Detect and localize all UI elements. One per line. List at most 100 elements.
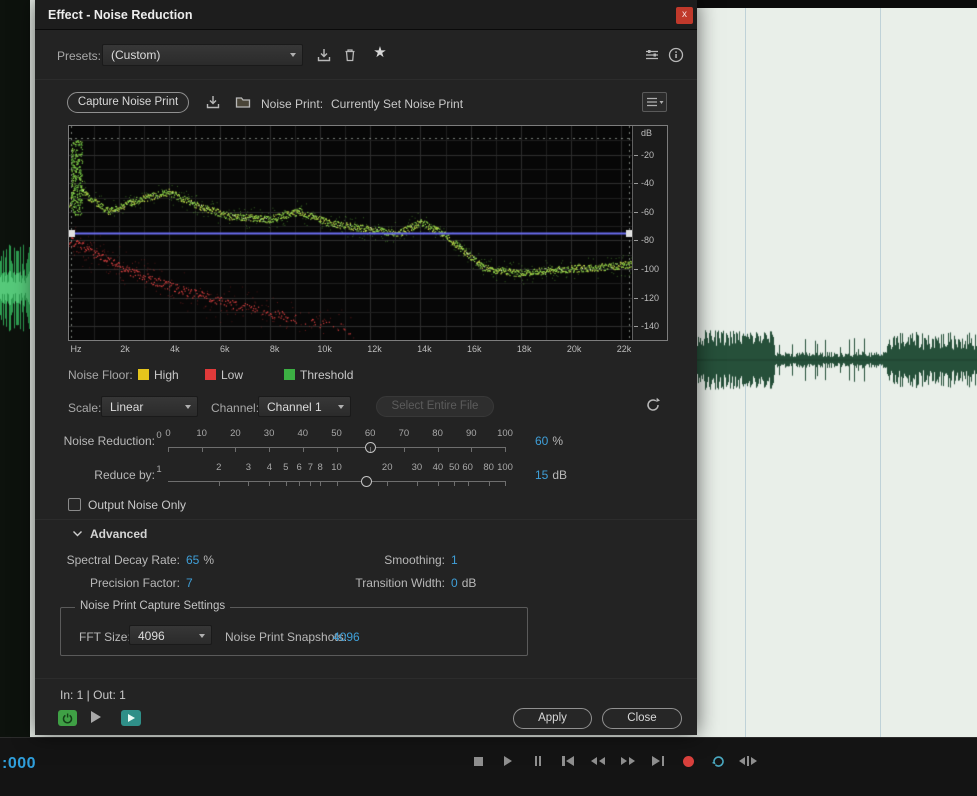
reset-icon[interactable] — [644, 396, 662, 414]
capture-noise-print-button[interactable]: Capture Noise Print — [67, 92, 189, 113]
preview-play-button[interactable] — [91, 711, 101, 723]
slider-tick-label: 100 — [497, 428, 513, 439]
scale-label: Scale: — [68, 401, 102, 415]
favorite-star-icon[interactable]: ★ — [371, 43, 389, 61]
presets-value: (Custom) — [111, 48, 161, 62]
db-label: -40 — [641, 178, 655, 189]
snapshots-value[interactable]: 4096 — [333, 630, 360, 644]
spectral-decay-rate-value[interactable]: 65 — [186, 553, 199, 567]
freq-label: 14k — [417, 344, 432, 354]
presets-label: Presets: — [57, 49, 102, 63]
freq-label: 20k — [566, 344, 582, 354]
loop-icon[interactable] — [708, 753, 728, 769]
delete-preset-icon[interactable] — [341, 46, 359, 64]
loop-play-button[interactable] — [121, 710, 141, 726]
slider-tick-label: 80 — [432, 428, 443, 439]
slider-tick-label: 40 — [297, 428, 309, 439]
high-label: High — [154, 368, 179, 382]
transition-width-value[interactable]: 0 — [451, 576, 458, 590]
left-waveform-panel — [0, 0, 30, 737]
go-to-start-icon[interactable] — [558, 753, 578, 769]
fast-forward-icon[interactable] — [618, 753, 638, 769]
close-button[interactable]: Close — [602, 708, 682, 729]
power-toggle[interactable] — [58, 710, 77, 726]
dialog-titlebar[interactable]: Effect - Noise Reduction x — [35, 0, 697, 30]
noise-print-value: Currently Set Noise Print — [331, 97, 464, 111]
timecode[interactable]: :000 — [2, 755, 36, 773]
info-icon[interactable] — [667, 46, 685, 64]
freq-label: 6k — [220, 344, 230, 354]
advanced-title: Advanced — [90, 527, 148, 541]
slider-tick-label: 20 — [381, 462, 393, 473]
freq-label: 10k — [317, 344, 332, 354]
spectrum-plot[interactable] — [69, 126, 632, 340]
channel-dropdown[interactable]: Channel 1 — [258, 396, 351, 417]
slider-tick-label: 6 — [296, 462, 302, 473]
low-label: Low — [221, 368, 244, 382]
rewind-icon[interactable] — [588, 753, 608, 769]
stop-icon[interactable] — [468, 753, 488, 769]
play-icon[interactable] — [498, 753, 518, 769]
editor-waveform[interactable] — [697, 328, 977, 392]
save-noise-print-icon[interactable] — [204, 93, 222, 111]
apply-button[interactable]: Apply — [513, 708, 592, 729]
freq-label: 16k — [467, 344, 482, 354]
noise-print-capture-settings: Noise Print Capture Settings FFT Size: 4… — [60, 600, 528, 656]
low-swatch — [205, 369, 216, 380]
divider — [35, 519, 697, 520]
slider-tick-label: 8 — [317, 462, 323, 473]
reduce-by-slider[interactable]: 2 3 4 5 6 7 8 10 20 30 40 50 60 80 100 — [168, 462, 513, 490]
advanced-section-header[interactable]: Advanced — [71, 527, 191, 541]
channel-label: Channel: — [211, 401, 260, 415]
slider-tick-label: 2 — [216, 462, 222, 473]
slider-tick-label: 60 — [462, 462, 473, 473]
chevron-down-icon — [73, 531, 82, 537]
db-scale: dB -20 -40 -60 -80 -100 -120 -140 — [632, 126, 667, 340]
freq-label: 2k — [120, 344, 130, 354]
slider-handle[interactable] — [360, 475, 372, 487]
divider — [35, 79, 697, 80]
left-waveform[interactable] — [0, 238, 30, 338]
slider-min-label: 1 — [156, 464, 162, 475]
preset-options-icon[interactable] — [643, 46, 661, 64]
channel-value: Channel 1 — [267, 400, 322, 414]
slider-tick-label: 80 — [483, 462, 494, 473]
noise-print-menu-button[interactable] — [642, 92, 667, 112]
chevron-down-icon — [185, 405, 191, 409]
precision-factor-label: Precision Factor: — [89, 576, 180, 590]
scale-dropdown[interactable]: Linear — [101, 396, 198, 417]
play-icon — [127, 714, 135, 722]
close-icon[interactable]: x — [676, 7, 693, 24]
skip-selection-icon[interactable] — [738, 753, 758, 769]
high-swatch — [138, 369, 149, 380]
slider-tick-label: 50 — [448, 462, 460, 473]
noise-reduction-slider[interactable]: 0 10 20 30 40 50 60 70 80 90 100 — [165, 428, 513, 456]
db-label: -140 — [641, 321, 660, 332]
scale-value: Linear — [110, 400, 144, 414]
record-icon[interactable] — [678, 753, 698, 769]
precision-factor-value[interactable]: 7 — [186, 576, 193, 590]
io-status: In: 1 | Out: 1 — [60, 688, 126, 702]
go-to-end-icon[interactable] — [648, 753, 668, 769]
spectral-decay-rate-label: Spectral Decay Rate: — [66, 553, 180, 567]
presets-dropdown[interactable]: (Custom) — [102, 44, 303, 66]
db-label: -20 — [641, 149, 655, 160]
smoothing-value[interactable]: 1 — [451, 553, 458, 567]
db-label: -60 — [641, 206, 655, 217]
select-entire-file-button[interactable]: Select Entire File — [376, 396, 494, 417]
slider-tick-label: 10 — [331, 462, 342, 473]
freq-labels: Hz 2k 4k 6k 8k 10k 12k 14k 16k 18k 20k 22k — [68, 344, 668, 356]
slider-tick-label: 30 — [263, 428, 275, 439]
slider-tick-label: 3 — [245, 462, 252, 473]
load-noise-print-folder-icon[interactable] — [234, 93, 252, 111]
save-preset-icon[interactable] — [315, 46, 333, 64]
chevron-down-icon — [290, 53, 296, 57]
noise-reduction-row: Noise Reduction: 0 0 10 20 30 40 50 60 70 80 90 10… — [35, 428, 697, 460]
output-noise-only-checkbox[interactable] — [68, 498, 81, 511]
pause-icon[interactable] — [528, 753, 548, 769]
db-label: -100 — [641, 264, 660, 274]
fft-size-dropdown[interactable]: 4096 — [129, 625, 212, 645]
slider-tick-label: 5 — [283, 462, 289, 473]
db-label: dB — [641, 128, 653, 138]
fft-size-value: 4096 — [138, 629, 165, 643]
